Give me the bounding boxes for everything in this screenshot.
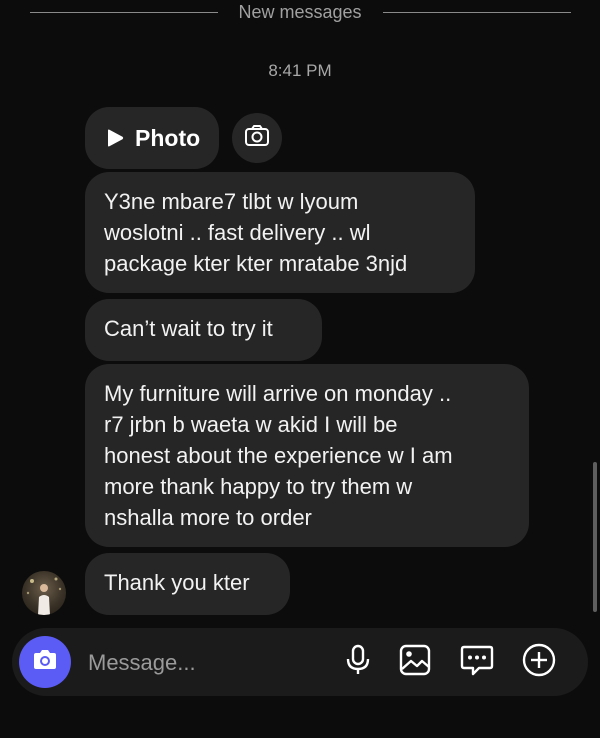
message-bubble[interactable]: My furniture will arrive on monday .. r7… <box>85 364 529 547</box>
message-composer <box>12 628 588 696</box>
message-line: Y3ne mbare7 tlbt w lyoum <box>104 189 359 214</box>
message-line: more thank happy to try them w <box>104 474 413 499</box>
photo-label: Photo <box>135 124 201 151</box>
new-messages-divider: New messages <box>0 0 600 26</box>
scrollbar[interactable] <box>593 462 597 612</box>
gallery-button[interactable] <box>396 643 434 681</box>
add-icon <box>521 642 557 683</box>
microphone-button[interactable] <box>339 643 377 681</box>
message-input[interactable] <box>86 646 330 680</box>
avatar[interactable] <box>22 571 66 615</box>
message-bubble[interactable]: Y3ne mbare7 tlbt w lyoum woslotni .. fas… <box>85 172 475 293</box>
message-line: nshalla more to order <box>104 505 312 530</box>
message-line: package kter kter mratabe 3njd <box>104 251 408 276</box>
message-timestamp: 8:41 PM <box>268 61 332 80</box>
sticker-button[interactable] <box>458 643 496 681</box>
sticker-icon <box>459 642 495 683</box>
message-line: woslotni .. fast delivery .. wl <box>104 220 371 245</box>
microphone-icon <box>345 644 371 681</box>
play-icon <box>105 128 125 148</box>
message-line: honest about the experience w I am <box>104 443 453 468</box>
photo-attachment-bubble[interactable]: Photo <box>85 107 219 169</box>
divider-line-right <box>383 12 571 13</box>
message-line: Can’t wait to try it <box>104 316 273 341</box>
camera-reply-button[interactable] <box>232 113 282 163</box>
message-line: r7 jrbn b waeta w akid I will be <box>104 412 398 437</box>
add-button[interactable] <box>520 643 558 681</box>
camera-icon <box>244 124 270 153</box>
message-bubble[interactable]: Thank you kter <box>85 553 290 615</box>
message-line: My furniture will arrive on monday .. <box>104 381 452 406</box>
gallery-icon <box>398 643 432 682</box>
camera-button[interactable] <box>19 636 71 688</box>
message-line: Thank you kter <box>104 570 250 595</box>
camera-icon <box>31 648 59 677</box>
message-bubble[interactable]: Can’t wait to try it <box>85 299 322 361</box>
